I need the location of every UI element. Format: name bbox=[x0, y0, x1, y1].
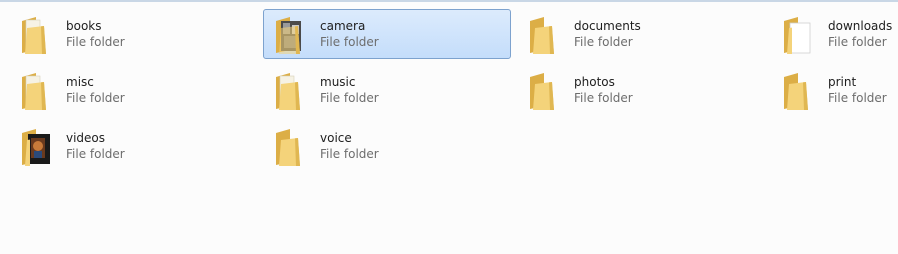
folder-name: music bbox=[320, 75, 356, 89]
folder-item-videos[interactable]: videos File folder bbox=[9, 121, 257, 171]
folder-icon bbox=[16, 14, 58, 56]
folder-type: File folder bbox=[66, 35, 125, 49]
folder-name: books bbox=[66, 19, 102, 33]
folder-name: videos bbox=[66, 131, 106, 145]
folder-video-icon bbox=[16, 126, 58, 168]
folder-name: print bbox=[828, 75, 857, 89]
folder-item-photos[interactable]: photos File folder bbox=[517, 65, 765, 115]
folder-item-camera[interactable]: camera File folder bbox=[263, 9, 511, 59]
folder-icon bbox=[524, 14, 566, 56]
folder-item-music[interactable]: music File folder bbox=[263, 65, 511, 115]
folder-icon bbox=[16, 70, 58, 112]
folder-camera-icon bbox=[270, 14, 312, 56]
folder-icon bbox=[270, 126, 312, 168]
folder-item-downloads[interactable]: downloads File folder bbox=[771, 9, 896, 59]
folder-type: File folder bbox=[574, 91, 633, 105]
folder-type: File folder bbox=[320, 35, 379, 49]
folder-item-print[interactable]: print File folder bbox=[771, 65, 896, 115]
folder-name: photos bbox=[574, 75, 615, 89]
folder-name: voice bbox=[320, 131, 352, 145]
folder-name: downloads bbox=[828, 19, 893, 33]
folder-name: misc bbox=[66, 75, 94, 89]
folder-document-icon bbox=[778, 14, 820, 56]
folder-type: File folder bbox=[828, 91, 887, 105]
folder-item-misc[interactable]: misc File folder bbox=[9, 65, 257, 115]
folder-type: File folder bbox=[320, 91, 379, 105]
folder-icon bbox=[270, 70, 312, 112]
folder-item-voice[interactable]: voice File folder bbox=[263, 121, 511, 171]
folder-item-documents[interactable]: documents File folder bbox=[517, 9, 765, 59]
folder-type: File folder bbox=[320, 147, 379, 161]
folder-type: File folder bbox=[828, 35, 887, 49]
folder-item-books[interactable]: books File folder bbox=[9, 9, 257, 59]
file-list-view: books File folder camera File folder doc… bbox=[0, 0, 898, 254]
folder-name: camera bbox=[320, 19, 366, 33]
folder-name: documents bbox=[574, 19, 641, 33]
folder-type: File folder bbox=[66, 91, 125, 105]
folder-icon bbox=[778, 70, 820, 112]
folder-type: File folder bbox=[66, 147, 125, 161]
folder-type: File folder bbox=[574, 35, 633, 49]
folder-icon bbox=[524, 70, 566, 112]
